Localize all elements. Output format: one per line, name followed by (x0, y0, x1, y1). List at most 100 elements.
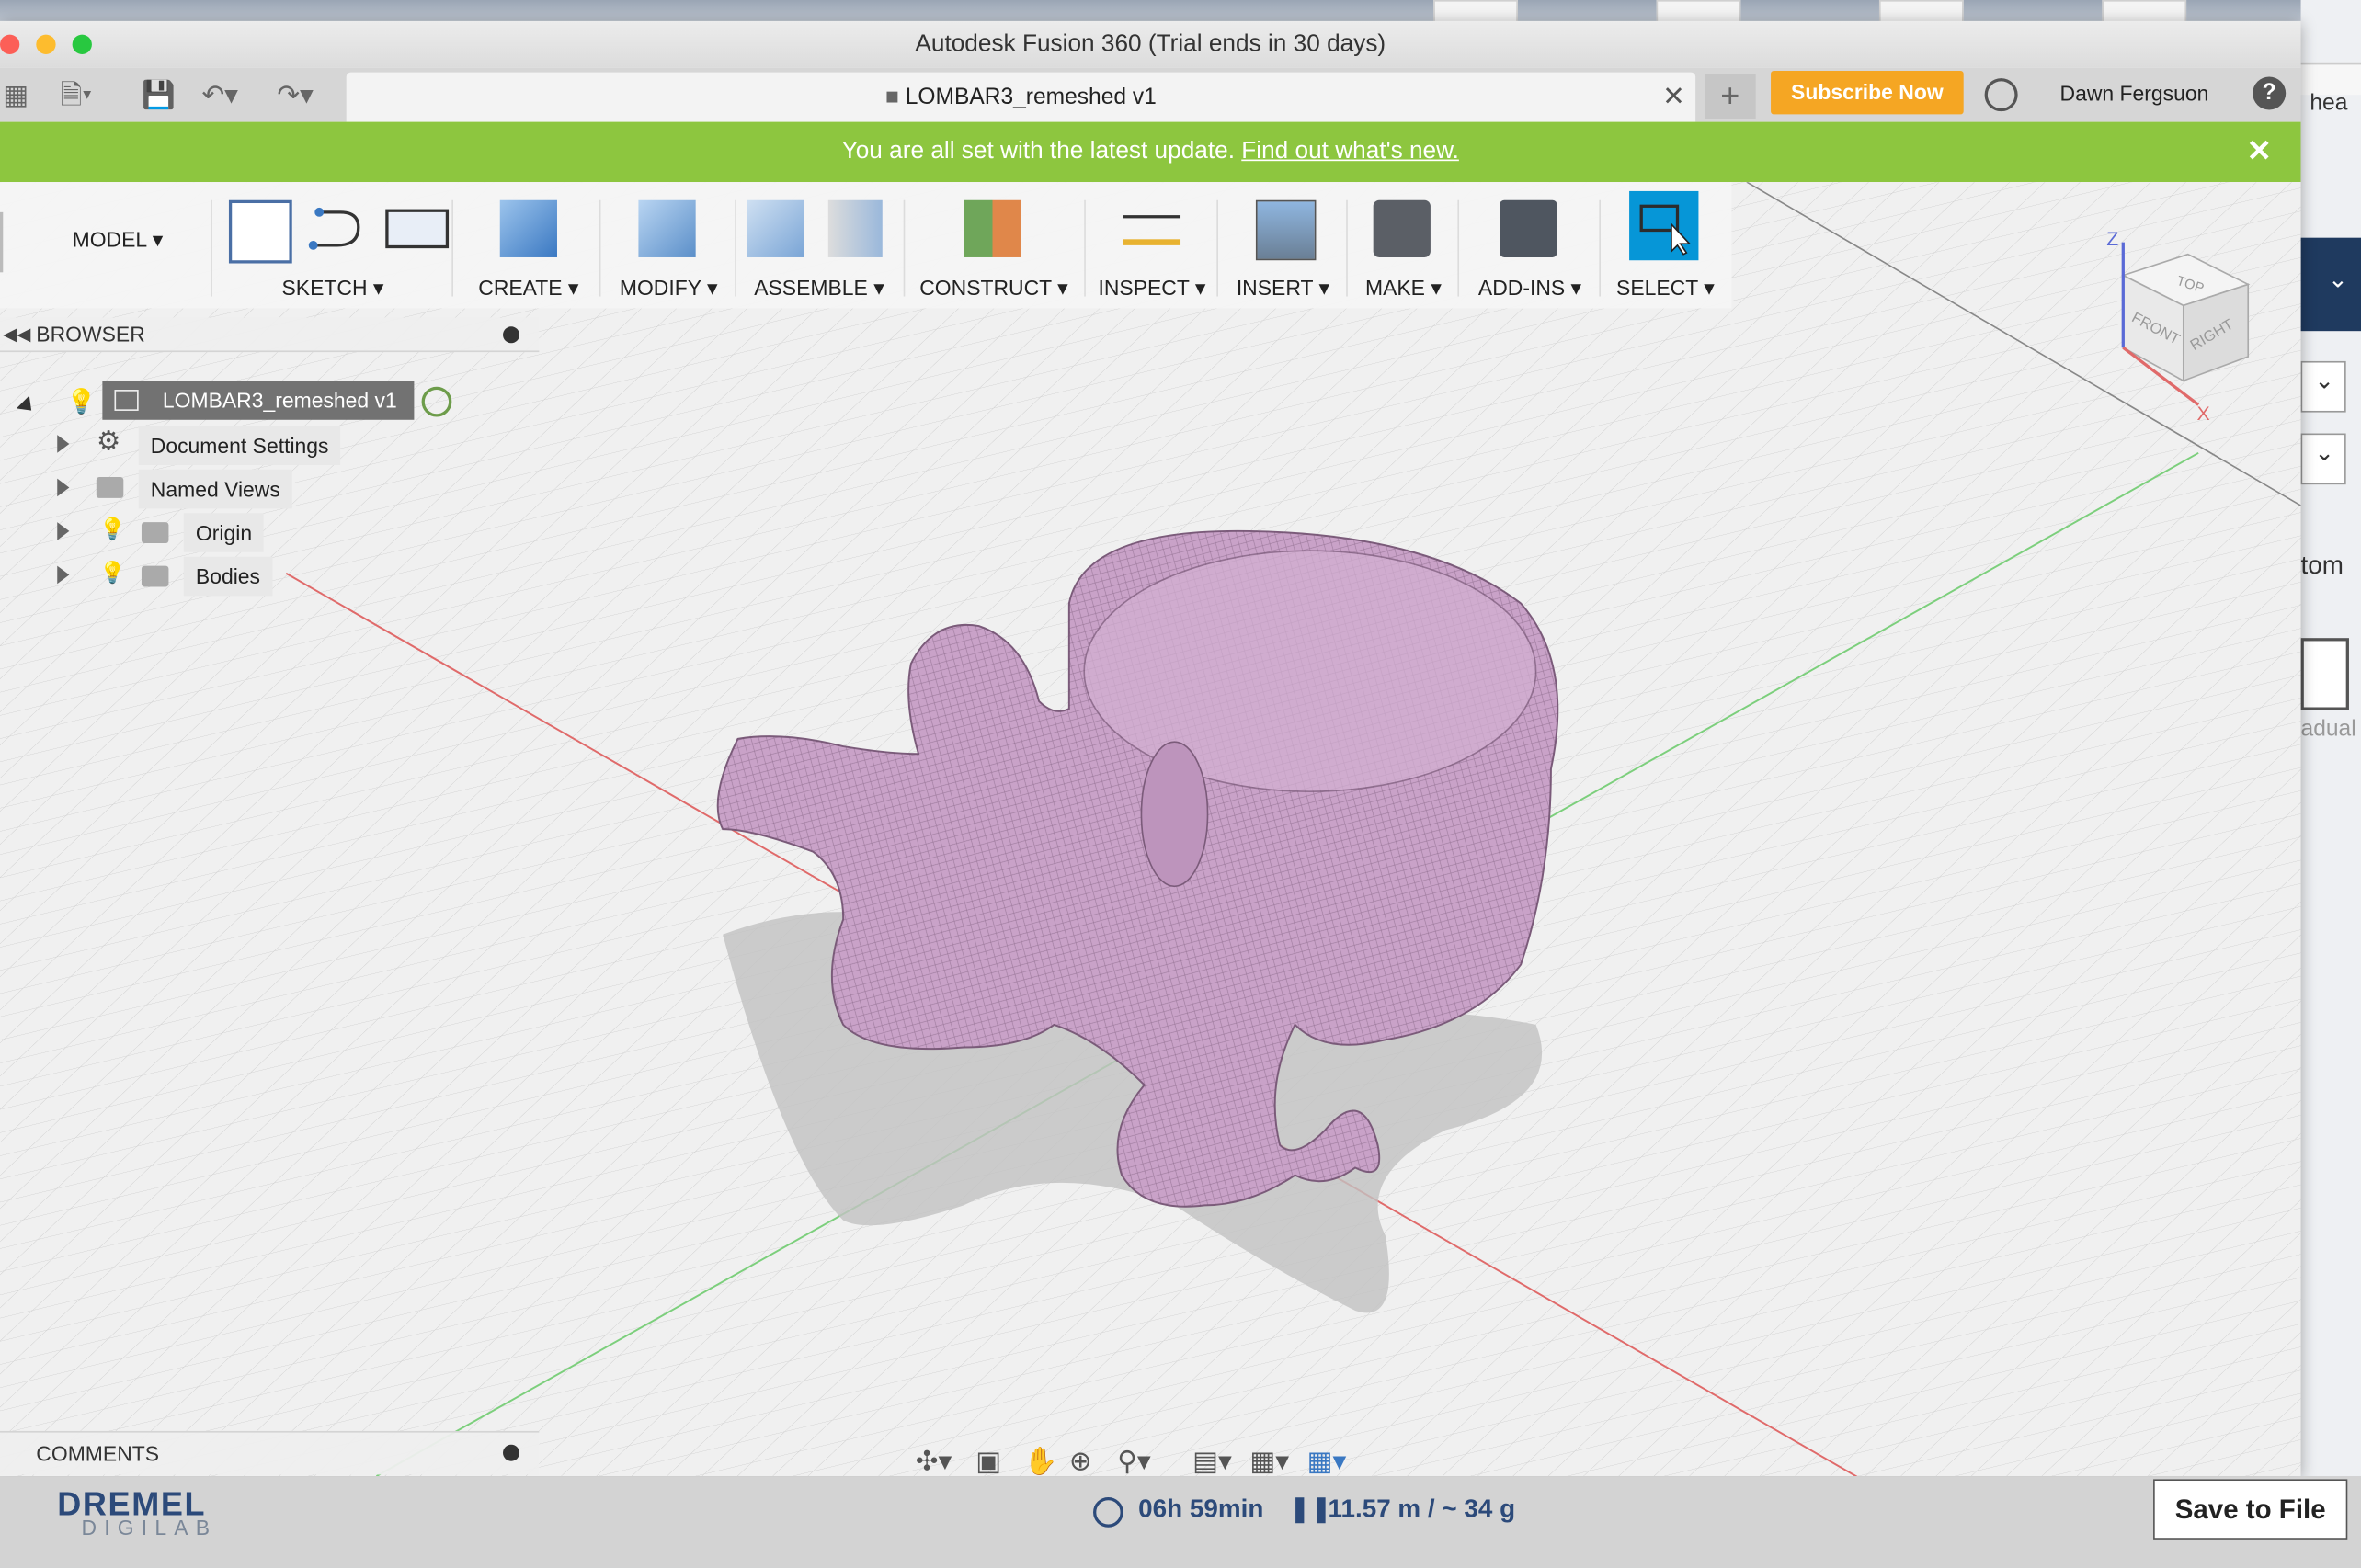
tab-close-icon[interactable]: ✕ (1662, 73, 1685, 122)
expand-bodies-icon[interactable] (57, 565, 70, 585)
print-time: 06h 59min (1138, 1494, 1264, 1523)
saved-check-icon (421, 386, 452, 417)
joint-icon[interactable] (827, 199, 883, 257)
insert-image-icon[interactable] (1255, 199, 1317, 261)
tab-lombar3[interactable]: ■ LOMBAR3_remeshed v1 ✕ (346, 72, 1696, 122)
lightbulb-icon[interactable]: 💡 (66, 387, 97, 417)
inspect-group[interactable]: INSPECT ▾ (1090, 182, 1214, 309)
3d-print-icon[interactable] (1373, 199, 1431, 257)
expand-document-settings-icon[interactable] (57, 435, 70, 453)
display-settings-icon[interactable]: ▤▾ (1192, 1446, 1232, 1476)
assemble-group[interactable]: ASSEMBLE ▾ (741, 182, 897, 309)
create-menu-label: CREATE (478, 275, 563, 300)
expand-named-views-icon[interactable] (57, 478, 70, 497)
expand-origin-icon[interactable] (57, 522, 70, 540)
look-at-icon[interactable]: ▣ (975, 1446, 1001, 1476)
modify-group[interactable]: MODIFY ▾ (605, 182, 732, 309)
new-component-icon[interactable] (747, 199, 804, 257)
zoom-window-icon[interactable]: ⚲▾ (1117, 1446, 1150, 1476)
browser-item-named-views[interactable]: Named Views (138, 469, 292, 509)
save-to-file-button[interactable]: Save to File (2153, 1479, 2348, 1540)
sketch-group[interactable]: SKETCH ▾ (220, 182, 450, 309)
canvas-viewport[interactable]: MODEL ▾ SKETCH ▾ CREATE ▾ MODIFY ▾ ASSEM… (0, 182, 2301, 1477)
construct-group[interactable]: CONSTRUCT ▾ (909, 182, 1078, 309)
save-icon[interactable]: 💾 (142, 76, 176, 112)
pan-hand-icon[interactable]: ✋ (1024, 1446, 1058, 1476)
toolbar-divider (1599, 199, 1601, 297)
redo-icon[interactable]: ↷▾ (277, 76, 314, 112)
new-tab-button[interactable]: + (1704, 74, 1756, 119)
construct-menu-label: CONSTRUCT (919, 275, 1052, 300)
grid-settings-icon[interactable]: ▦▾ (1249, 1446, 1289, 1476)
toolbar-divider (1084, 199, 1086, 297)
tab-label-wrap: ■ LOMBAR3_remeshed v1 (347, 73, 1695, 122)
vertebral-body-top (1083, 550, 1537, 792)
tab-bar: ▦ 🗎▾ 💾 ↶▾ ↷▾ ■ LOMBAR3_remeshed v1 ✕ + S… (0, 67, 2301, 122)
create-group[interactable]: CREATE ▾ (461, 182, 596, 309)
banner-link[interactable]: Find out what's new. (1241, 139, 1459, 165)
scripts-addins-icon[interactable] (1500, 199, 1557, 257)
tab-label: LOMBAR3_remeshed v1 (905, 84, 1157, 110)
lightbulb-icon[interactable]: 💡 (99, 517, 126, 542)
toolbar-divider (1346, 199, 1348, 297)
chevron-down-icon[interactable]: ⌄ (2328, 265, 2348, 295)
press-pull-icon[interactable] (638, 199, 696, 257)
browser-panel-header[interactable]: ◀◀ BROWSER (0, 317, 540, 353)
grid-and-model (0, 182, 2301, 1477)
select-cursor-icon[interactable] (1629, 190, 1699, 261)
browser-item-document-settings[interactable]: Document Settings (138, 426, 341, 465)
select-group[interactable]: SELECT ▾ (1605, 182, 1726, 309)
chevron-down-icon: ⌄ (2314, 440, 2335, 467)
browser-root-item[interactable]: LOMBAR3_remeshed v1 (102, 381, 415, 420)
panel-text: tom (2300, 551, 2344, 580)
make-group[interactable]: MAKE ▾ (1352, 182, 1454, 309)
collapse-panel-icon[interactable]: ◀◀ (3, 317, 30, 350)
addins-menu-label: ADD-INS (1477, 275, 1566, 300)
toolbar-divider (1457, 199, 1460, 297)
create-sketch-icon[interactable] (228, 199, 292, 264)
browser-item-bodies[interactable]: Bodies (183, 556, 273, 597)
offset-plane-icon[interactable] (964, 199, 1021, 257)
grid-apps-icon[interactable]: ▦ (3, 76, 29, 112)
banner-close-icon[interactable]: ✕ (2247, 122, 2272, 182)
inspect-menu-label: INSPECT (1098, 275, 1190, 300)
workspace-switcher[interactable]: MODEL ▾ (30, 182, 211, 309)
rectangle-tool-icon[interactable] (385, 209, 450, 249)
panel-dropdown[interactable]: ⌄ (2300, 360, 2346, 413)
x-axis-label: X (2197, 403, 2210, 423)
panel-dropdown[interactable]: ⌄ (2300, 433, 2346, 485)
z-axis-label: Z (2106, 228, 2118, 250)
measure-icon[interactable] (1123, 215, 1181, 245)
orbit-icon[interactable]: ✣▾ (916, 1446, 952, 1476)
comments-panel[interactable]: COMMENTS (0, 1430, 540, 1475)
viewports-icon[interactable]: ▦▾ (1307, 1446, 1347, 1476)
comments-title: COMMENTS (36, 1441, 160, 1466)
panel-text: adual (2300, 716, 2356, 743)
insert-group[interactable]: INSERT ▾ (1223, 182, 1343, 309)
dremel-app-bar: DREMEL DIGILAB 06h 59min ❚❚ 11.57 m / ~ … (0, 1476, 2361, 1568)
help-icon[interactable]: ? (2253, 76, 2287, 110)
view-cube[interactable]: TOP FRONT RIGHT Z X (2101, 227, 2266, 423)
line-tool-icon[interactable] (307, 200, 364, 257)
file-menu-icon[interactable]: 🗎▾ (61, 76, 93, 112)
lightbulb-icon[interactable]: 💡 (99, 560, 126, 585)
add-comment-icon[interactable] (503, 1444, 520, 1461)
zoom-icon[interactable]: ⊕ (1069, 1446, 1092, 1476)
banner-text-wrap: You are all set with the latest update. … (0, 122, 2301, 182)
gear-icon: ⚙ (96, 426, 121, 457)
title-bar[interactable]: Autodesk Fusion 360 (Trial ends in 30 da… (0, 20, 2301, 68)
browser-title: BROWSER (36, 322, 145, 347)
undo-icon[interactable]: ↶▾ (201, 76, 238, 112)
browser-item-origin[interactable]: Origin (183, 513, 265, 552)
subscribe-button[interactable]: Subscribe Now (1771, 70, 1964, 115)
user-menu[interactable]: Dawn Fergsuon (2060, 68, 2209, 119)
background-app-panel: hea ⌄ ⌄ ⌄ tom adual (2300, 0, 2361, 1477)
window-title: Autodesk Fusion 360 (Trial ends in 30 da… (915, 31, 1386, 58)
addins-group[interactable]: ADD-INS ▾ (1464, 182, 1596, 309)
browser-options-icon[interactable] (503, 326, 520, 344)
job-status-icon[interactable] (1984, 78, 2018, 112)
make-menu-label: MAKE (1364, 275, 1425, 300)
print-time-icon (1093, 1497, 1123, 1528)
extrude-icon[interactable] (499, 199, 557, 257)
root-label: LOMBAR3_remeshed v1 (162, 388, 397, 413)
